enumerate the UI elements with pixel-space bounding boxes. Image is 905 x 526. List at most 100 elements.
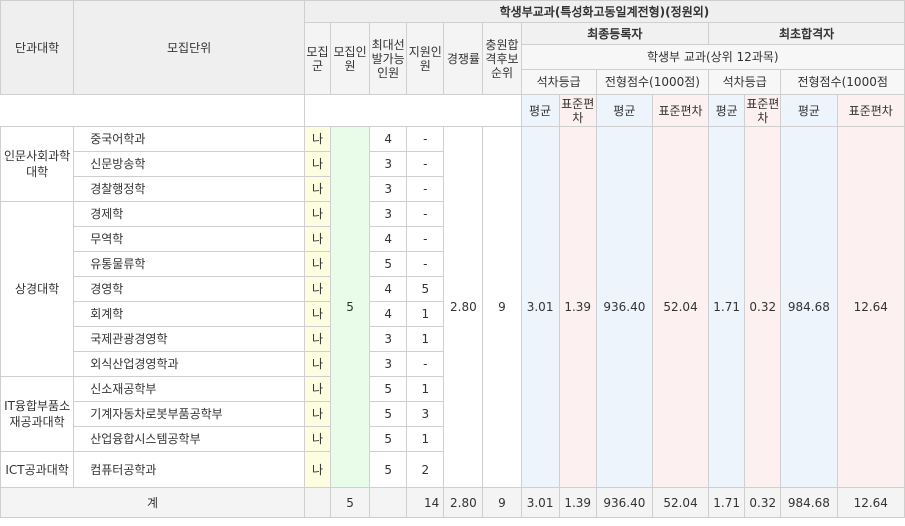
- gun-cell: 나: [303, 451, 332, 488]
- apply-cell: 1: [406, 301, 445, 327]
- total-competition: 2.80: [443, 487, 484, 518]
- total-reg-grade-sd: 1.39: [558, 487, 597, 518]
- header-sd-2: 표준편차: [651, 94, 710, 127]
- header-sd-3: 표준편차: [744, 94, 782, 127]
- gun-cell: 나: [303, 351, 332, 377]
- header-criteria: 학생부 교과(상위 12과목): [520, 44, 905, 70]
- apply-cell: 1: [406, 426, 445, 452]
- header-grade-2: 석차등급: [708, 69, 782, 95]
- total-waitlist: 9: [482, 487, 522, 518]
- apply-cell: -: [406, 201, 445, 227]
- merged-waitlist: 9: [482, 126, 522, 488]
- unit-cell: 경찰행정학: [73, 176, 305, 202]
- merged-reg-grade-sd: 1.39: [558, 126, 597, 488]
- merged-first-score-sd: 12.64: [836, 126, 905, 488]
- total-reg-grade-avg: 3.01: [520, 487, 560, 518]
- unit-cell: 기계자동차로봇부품공학부: [73, 401, 305, 427]
- gun-cell: 나: [303, 226, 332, 252]
- header-sd-4: 표준편차: [836, 94, 905, 127]
- max-cell: 5: [369, 251, 408, 277]
- total-label: 계: [0, 487, 305, 518]
- header-mojip: 모집인원: [329, 22, 371, 95]
- gun-cell: 나: [303, 201, 332, 227]
- header-sd-1: 표준편차: [558, 94, 597, 127]
- unit-cell: 회계학: [73, 301, 305, 327]
- header-avg-3: 평균: [708, 94, 746, 127]
- max-cell: 3: [369, 176, 408, 202]
- total-first-score-sd: 12.64: [836, 487, 905, 518]
- header-unit: 모집단위: [73, 0, 305, 95]
- college-cell: ICT공과대학: [0, 451, 75, 488]
- unit-cell: 컴퓨터공학과: [73, 451, 305, 488]
- gun-cell: 나: [303, 151, 332, 177]
- header-applicants: 지원인원: [406, 22, 445, 95]
- total-row: 계 5 14 2.80 9 3.01 1.39 936.40 52.04 1.7…: [0, 487, 905, 518]
- apply-cell: -: [406, 251, 445, 277]
- admission-results-table: 단과대학 모집단위 학생부교과(특성화고동일계전형)(정원외) 모집군 모집인원…: [0, 0, 905, 518]
- header-spacer-2: [304, 94, 522, 127]
- merged-mojip: 5: [329, 126, 371, 488]
- apply-cell: -: [406, 126, 445, 152]
- unit-cell: 산업융합시스템공학부: [73, 426, 305, 452]
- max-cell: 4: [369, 226, 408, 252]
- apply-cell: -: [406, 176, 445, 202]
- apply-cell: 5: [406, 276, 445, 302]
- merged-first-grade-sd: 0.32: [744, 126, 782, 488]
- header-avg-1: 평균: [520, 94, 560, 127]
- header-score-1: 전형점수(1000점): [595, 69, 710, 95]
- merged-first-score-avg: 984.68: [780, 126, 838, 488]
- apply-cell: 3: [406, 401, 445, 427]
- max-cell: 5: [369, 426, 408, 452]
- table-row: 인문사회과학대학 중국어학과 나 5 4 - 2.80 9 3.01 1.39 …: [0, 126, 905, 488]
- max-cell: 5: [369, 376, 408, 402]
- merged-first-grade-avg: 1.71: [708, 126, 746, 488]
- header-final-registered: 최종등록자: [520, 22, 710, 45]
- header-spacer: [0, 94, 305, 127]
- unit-cell: 신문방송학: [73, 151, 305, 177]
- header-college: 단과대학: [0, 0, 75, 95]
- header-avg-2: 평균: [595, 94, 653, 127]
- apply-cell: -: [406, 151, 445, 177]
- merged-reg-grade-avg: 3.01: [520, 126, 560, 488]
- gun-cell: 나: [303, 276, 332, 302]
- apply-cell: -: [406, 226, 445, 252]
- total-apply: 14: [406, 487, 445, 518]
- total-max: [369, 487, 408, 518]
- total-reg-score-avg: 936.40: [595, 487, 653, 518]
- gun-cell: 나: [303, 401, 332, 427]
- gun-cell: 나: [303, 376, 332, 402]
- unit-cell: 중국어학과: [73, 126, 305, 152]
- apply-cell: -: [406, 351, 445, 377]
- max-cell: 4: [369, 276, 408, 302]
- max-cell: 4: [369, 301, 408, 327]
- unit-cell: 경제학: [73, 201, 305, 227]
- header-competition: 경쟁률: [443, 22, 484, 95]
- college-cell: 상경대학: [0, 201, 75, 377]
- gun-cell: 나: [303, 301, 332, 327]
- college-cell: IT융합부품소재공과대학: [0, 376, 75, 452]
- gun-cell: 나: [303, 326, 332, 352]
- total-reg-score-sd: 52.04: [651, 487, 710, 518]
- gun-cell: 나: [303, 426, 332, 452]
- college-cell: 인문사회과학대학: [0, 126, 75, 202]
- total-mojip: 5: [329, 487, 371, 518]
- header-max-select: 최대선발가능인원: [369, 22, 408, 95]
- unit-cell: 유통물류학: [73, 251, 305, 277]
- header-avg-4: 평균: [780, 94, 838, 127]
- total-first-grade-sd: 0.32: [744, 487, 782, 518]
- apply-cell: 2: [406, 451, 445, 488]
- max-cell: 3: [369, 151, 408, 177]
- merged-reg-score-sd: 52.04: [651, 126, 710, 488]
- total-gun: [303, 487, 332, 518]
- unit-cell: 무역학: [73, 226, 305, 252]
- gun-cell: 나: [303, 251, 332, 277]
- max-cell: 3: [369, 351, 408, 377]
- header-grade-1: 석차등급: [520, 69, 597, 95]
- apply-cell: 1: [406, 326, 445, 352]
- unit-cell: 외식산업경영학과: [73, 351, 305, 377]
- gun-cell: 나: [303, 126, 332, 152]
- total-first-grade-avg: 1.71: [708, 487, 746, 518]
- header-gun: 모집군: [303, 22, 332, 95]
- unit-cell: 신소재공학부: [73, 376, 305, 402]
- unit-cell: 국제관광경영학: [73, 326, 305, 352]
